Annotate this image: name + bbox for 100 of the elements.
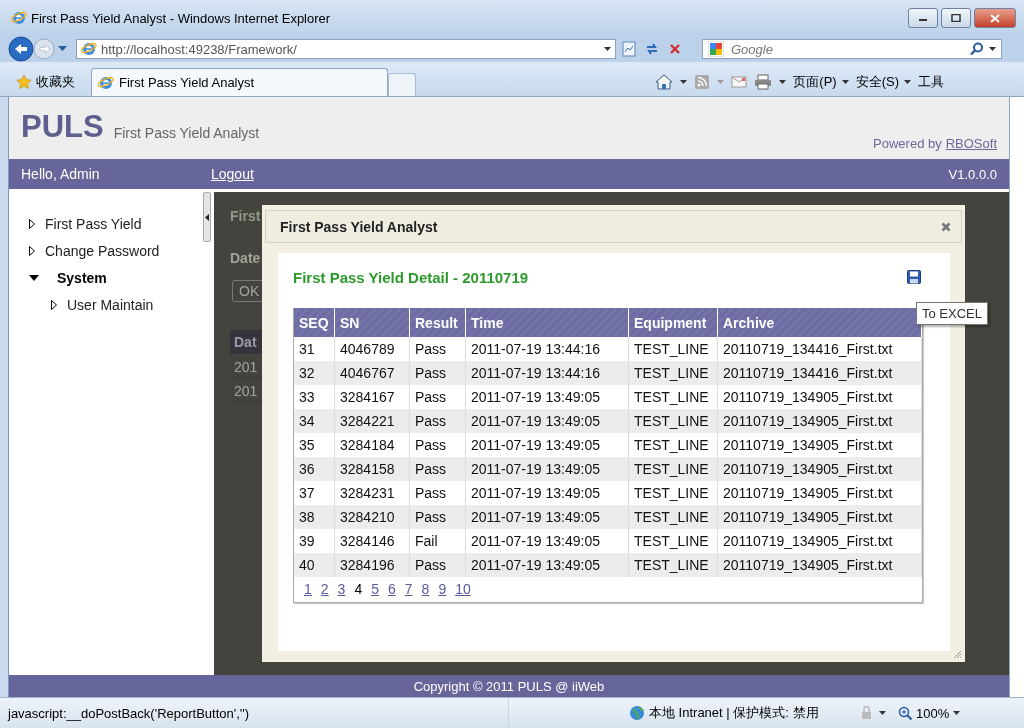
table-cell: 20110719_134905_First.txt (717, 505, 922, 529)
zoom-button[interactable]: 100% (898, 705, 961, 721)
table-cell: 38 (294, 505, 335, 529)
table-cell: Pass (409, 409, 466, 433)
menu-item[interactable]: First Pass Yield (45, 215, 142, 232)
printer-icon[interactable] (754, 74, 773, 90)
globe-icon (629, 705, 645, 721)
close-button[interactable] (974, 8, 1016, 28)
caret-icon (841, 80, 849, 84)
caret-icon[interactable] (779, 80, 787, 84)
collapsed-arrow-icon[interactable] (29, 218, 35, 229)
minimize-button[interactable] (908, 8, 938, 28)
table-cell: 3284221 (334, 409, 410, 433)
menu-item[interactable]: User Maintain (67, 296, 154, 313)
column-header: Archive (717, 308, 922, 337)
table-cell: Pass (409, 505, 466, 529)
logout-link[interactable]: Logout (211, 166, 254, 182)
browser-tab[interactable]: First Pass Yield Analyst (91, 68, 388, 96)
star-icon (16, 74, 32, 90)
compatibility-icon[interactable] (621, 41, 637, 57)
page-link[interactable]: 3 (337, 581, 346, 597)
column-header: Time (465, 308, 629, 337)
search-bar[interactable]: Google (702, 39, 1002, 59)
greeting-text: Hello, Admin (21, 166, 101, 182)
table-cell: TEST_LINE (628, 409, 718, 433)
table-cell: 2011-07-19 13:44:16 (465, 361, 629, 385)
table-cell: Pass (409, 361, 466, 385)
maximize-button[interactable] (941, 8, 971, 28)
page-icon (98, 74, 114, 91)
page-link[interactable]: 7 (404, 581, 413, 597)
home-icon[interactable] (655, 74, 674, 90)
table-cell: 20110719_134905_First.txt (717, 553, 922, 577)
column-header: Equipment (628, 308, 718, 337)
column-header: SEQ (294, 308, 335, 337)
security-zone-text: 本地 Intranet | 保护模式: 禁用 (649, 704, 819, 722)
table-cell: 36 (294, 457, 335, 481)
table-cell: 2011-07-19 13:49:05 (465, 409, 629, 433)
splitter-handle[interactable] (203, 192, 211, 242)
table-cell: TEST_LINE (628, 361, 718, 385)
table-cell: 3284210 (334, 505, 410, 529)
command-menu[interactable]: 安全(S) (855, 73, 911, 91)
table-cell: 4046767 (334, 361, 410, 385)
page-link[interactable]: 10 (455, 581, 471, 597)
powered-by-link[interactable]: RBOSoft (945, 136, 997, 151)
menu-item[interactable]: Change Password (45, 242, 160, 259)
restore-icon (951, 14, 961, 22)
page-icon (81, 41, 97, 57)
address-field[interactable]: http://localhost:49238/Framework/ (76, 39, 616, 59)
dialog-title: First Pass Yield Analyst (280, 218, 438, 235)
close-icon[interactable] (941, 221, 951, 232)
search-field[interactable]: Google (729, 40, 965, 58)
save-icon[interactable] (907, 270, 921, 284)
page-link[interactable]: 9 (438, 581, 447, 597)
caret-icon[interactable] (989, 47, 996, 51)
page-link[interactable]: 5 (371, 581, 379, 597)
page-link[interactable]: 6 (388, 581, 396, 597)
table-cell: 20110719_134905_First.txt (717, 457, 922, 481)
refresh-icon[interactable] (644, 41, 660, 57)
expanded-arrow-icon[interactable] (29, 274, 39, 281)
caret-icon[interactable] (604, 47, 611, 51)
table-cell: 40 (294, 553, 335, 577)
resize-grip-icon[interactable] (952, 649, 962, 659)
version-text: V1.0.0.0 (948, 166, 997, 182)
table-cell: 2011-07-19 13:49:05 (465, 457, 629, 481)
zoom-icon (898, 706, 912, 720)
google-icon (708, 41, 724, 57)
favorites-button[interactable]: 收藏夹 (16, 68, 75, 96)
mail-icon[interactable] (731, 76, 748, 88)
search-icon[interactable] (970, 42, 984, 56)
table-cell: 2011-07-19 13:49:05 (465, 553, 629, 577)
table-cell: 20110719_134416_First.txt (717, 361, 922, 385)
caret-icon[interactable] (879, 711, 886, 715)
site-subtitle: First Pass Yield Analyst (113, 125, 260, 141)
page-link[interactable]: 1 (304, 581, 312, 597)
copyright-text: Copyright © 2011 PULS @ iiWeb (413, 678, 605, 694)
command-menu[interactable]: 工具 (918, 73, 944, 91)
collapsed-arrow-icon[interactable] (29, 245, 35, 256)
close-icon (990, 13, 1000, 23)
table-cell: Pass (409, 553, 466, 577)
table-cell: Pass (409, 457, 466, 481)
powered-by-text: Powered by (873, 136, 942, 151)
caret-icon[interactable] (680, 80, 688, 84)
caret-icon (904, 80, 911, 84)
menu-item[interactable]: System (57, 269, 107, 286)
table-cell: 34 (294, 409, 335, 433)
page-link[interactable]: 2 (320, 581, 329, 597)
back-icon[interactable] (8, 36, 34, 62)
column-header: Result (409, 308, 466, 337)
current-page[interactable]: 4 (354, 581, 363, 597)
browser-icon (11, 10, 27, 26)
page-link[interactable]: 8 (421, 581, 430, 597)
site-logo: PULS (21, 109, 104, 145)
command-menu[interactable]: 页面(P) (793, 73, 849, 91)
page-heading: First (230, 208, 261, 226)
table-cell: 20110719_134905_First.txt (717, 409, 922, 433)
caret-icon (953, 711, 961, 715)
table-cell: TEST_LINE (628, 553, 718, 577)
status-text: javascript:__doPostBack('ReportButton','') (8, 705, 251, 721)
table-cell: TEST_LINE (628, 505, 718, 529)
collapsed-arrow-icon[interactable] (51, 299, 57, 310)
